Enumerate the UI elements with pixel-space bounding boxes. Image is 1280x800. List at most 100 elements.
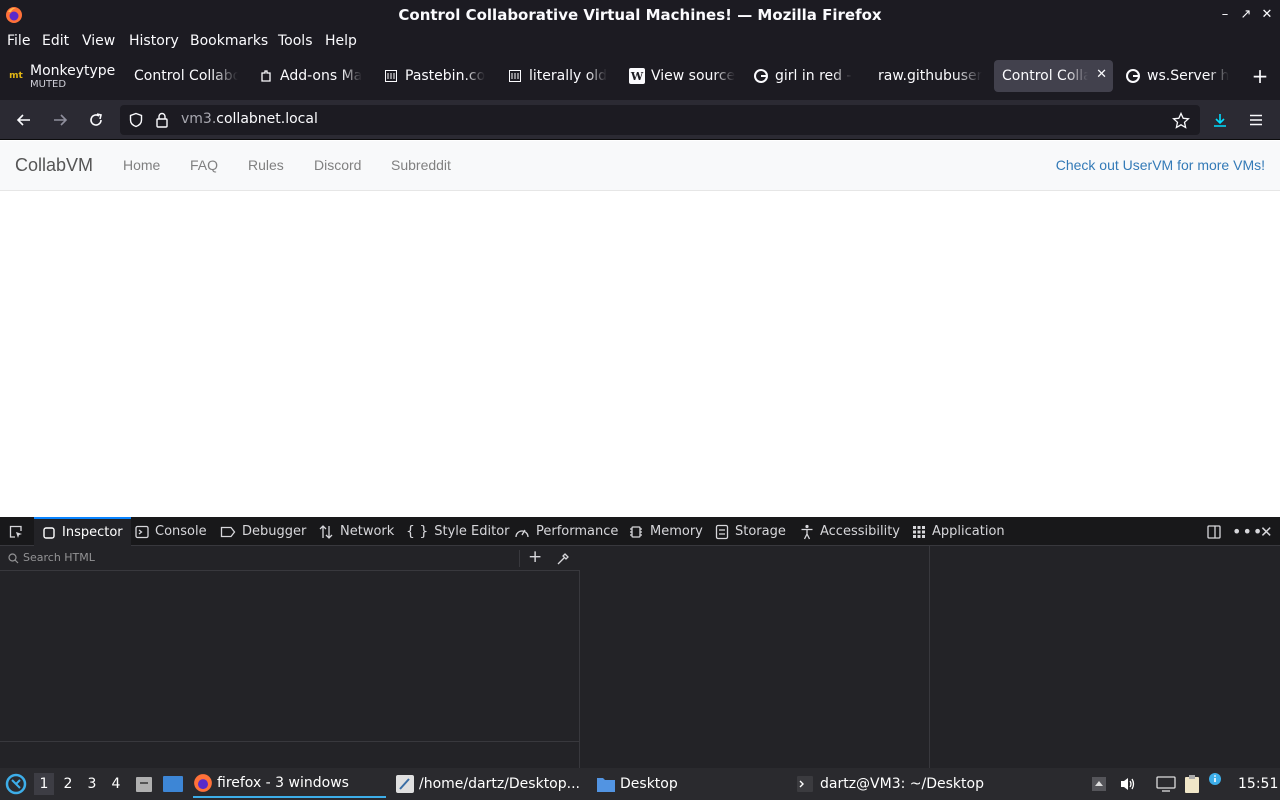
folder-icon (597, 778, 615, 792)
memory-chip-icon (628, 524, 644, 540)
tab-label: Application (932, 524, 1005, 539)
tab-ws-server[interactable]: ws.Server h (1125, 60, 1229, 92)
menu-view[interactable]: View (82, 33, 115, 49)
nav-link-home[interactable]: Home (123, 157, 160, 173)
menu-bookmarks[interactable]: Bookmarks (190, 33, 268, 49)
downloads-button[interactable] (1208, 108, 1232, 132)
text-editor-icon (396, 775, 414, 793)
close-window-button[interactable]: ✕ (1258, 5, 1276, 25)
clipboard-icon (1185, 775, 1199, 793)
tray-updates[interactable] (1091, 768, 1107, 800)
tab-storage[interactable]: Storage (715, 517, 786, 546)
debugger-icon (220, 526, 236, 538)
tab-literally-old[interactable]: literally old (507, 60, 611, 92)
new-tab-button[interactable]: + (1250, 60, 1270, 92)
reload-button[interactable] (84, 108, 108, 132)
task-label: firefox - 3 windows (217, 775, 349, 791)
file-cabinet-launcher[interactable] (134, 768, 154, 800)
forward-button[interactable] (48, 108, 72, 132)
menu-tools[interactable]: Tools (278, 33, 313, 49)
tab-performance[interactable]: Performance (514, 517, 618, 546)
url-text[interactable]: vm3.collabnet.local (181, 111, 318, 127)
tab-monkeytype[interactable]: mt Monkeytype MUTED (8, 60, 118, 92)
tab-label: Control Colla (1002, 68, 1088, 84)
site-navbar: CollabVM Home FAQ Rules Discord Subreddi… (0, 141, 1280, 191)
tab-inspector[interactable]: Inspector (34, 517, 131, 546)
menu-help[interactable]: Help (325, 33, 357, 49)
firefox-icon (194, 774, 212, 792)
braces-icon: { } (406, 523, 429, 540)
site-brand[interactable]: CollabVM (15, 155, 93, 176)
nav-link-rules[interactable]: Rules (248, 157, 284, 173)
tray-network[interactable] (1156, 768, 1176, 800)
tab-girl-in-red[interactable]: girl in red - (753, 60, 857, 92)
tab-pastebin[interactable]: Pastebin.co (383, 60, 487, 92)
menu-edit[interactable]: Edit (42, 33, 69, 49)
tab-label: Memory (650, 524, 703, 539)
task-text-editor[interactable]: /home/dartz/Desktop... (395, 770, 587, 798)
task-file-manager[interactable]: Desktop (596, 770, 746, 798)
tab-network[interactable]: Network (318, 517, 394, 546)
workspace-2[interactable]: 2 (58, 773, 78, 795)
tray-arrow-icon (1092, 777, 1106, 791)
workspace-3[interactable]: 3 (82, 773, 102, 795)
tray-volume[interactable] (1119, 768, 1137, 800)
menu-history[interactable]: History (129, 33, 179, 49)
task-label: Desktop (620, 776, 678, 792)
menu-file[interactable]: File (7, 33, 30, 49)
close-tab-icon[interactable]: ✕ (1096, 67, 1107, 82)
url-bar[interactable]: vm3.collabnet.local (120, 105, 1200, 135)
tab-control-collab-active[interactable]: Control Colla ✕ (994, 60, 1113, 92)
breadcrumb-bar (0, 741, 580, 768)
url-subdomain: vm3. (181, 111, 217, 127)
tab-console[interactable]: Console (135, 517, 207, 546)
tab-label: raw.githubuser (878, 68, 982, 84)
element-picker-button[interactable] (8, 517, 24, 546)
uservm-promo-link[interactable]: Check out UserVM for more VMs! (1056, 157, 1265, 173)
markup-view[interactable] (0, 571, 580, 768)
tab-label: Add-ons Ma (280, 68, 362, 84)
nav-link-faq[interactable]: FAQ (190, 157, 218, 173)
start-menu-button[interactable] (5, 768, 27, 800)
back-button[interactable] (12, 108, 36, 132)
workspace-1[interactable]: 1 (34, 773, 54, 795)
more-options-icon[interactable]: ••• (1232, 517, 1263, 546)
app-menu-button[interactable] (1244, 108, 1268, 132)
tab-memory[interactable]: Memory (628, 517, 703, 546)
tab-label: Network (340, 524, 395, 539)
lock-icon[interactable] (155, 112, 169, 128)
close-devtools-icon[interactable]: ✕ (1260, 517, 1273, 546)
restore-button[interactable]: ↗ (1237, 5, 1255, 25)
task-terminal[interactable]: dartz@VM3: ~/Desktop (796, 770, 996, 798)
tab-accessibility[interactable]: Accessibility (800, 517, 900, 546)
bookmark-star-icon[interactable] (1172, 112, 1190, 130)
shield-icon[interactable] (128, 112, 144, 128)
search-html-input[interactable]: Search HTML (23, 551, 95, 564)
dock-side-button[interactable] (1206, 517, 1222, 546)
tab-label: View source (651, 68, 736, 84)
tray-notifications[interactable] (1208, 768, 1222, 800)
tab-style-editor[interactable]: { } Style Editor (406, 517, 510, 546)
workspace-4[interactable]: 4 (106, 773, 126, 795)
inspector-icon (42, 526, 56, 540)
task-firefox[interactable]: firefox - 3 windows (193, 770, 386, 798)
tab-control-collab-1[interactable]: Control Collabo (134, 60, 238, 92)
minimize-button[interactable]: – (1216, 5, 1234, 25)
tab-addons[interactable]: Add-ons Ma (258, 60, 362, 92)
show-desktop-launcher[interactable] (162, 768, 184, 800)
window-titlebar: Control Collaborative Virtual Machines! … (0, 0, 1280, 30)
nav-link-subreddit[interactable]: Subreddit (391, 157, 451, 173)
clock[interactable]: 15:51 (1238, 768, 1278, 800)
tab-debugger[interactable]: Debugger (220, 517, 306, 546)
tab-label: Console (155, 524, 207, 539)
rules-view[interactable] (580, 546, 930, 768)
tab-raw-github[interactable]: raw.githubuser (878, 60, 982, 92)
info-icon (1209, 773, 1221, 785)
add-node-icon[interactable]: + (528, 547, 542, 567)
tab-view-source[interactable]: W View source (629, 60, 737, 92)
tray-clipboard[interactable] (1183, 768, 1201, 800)
eyedropper-icon[interactable] (556, 552, 570, 566)
nav-link-discord[interactable]: Discord (314, 157, 361, 173)
tab-application[interactable]: Application (912, 517, 1005, 546)
forward-arrow-icon (54, 114, 68, 126)
